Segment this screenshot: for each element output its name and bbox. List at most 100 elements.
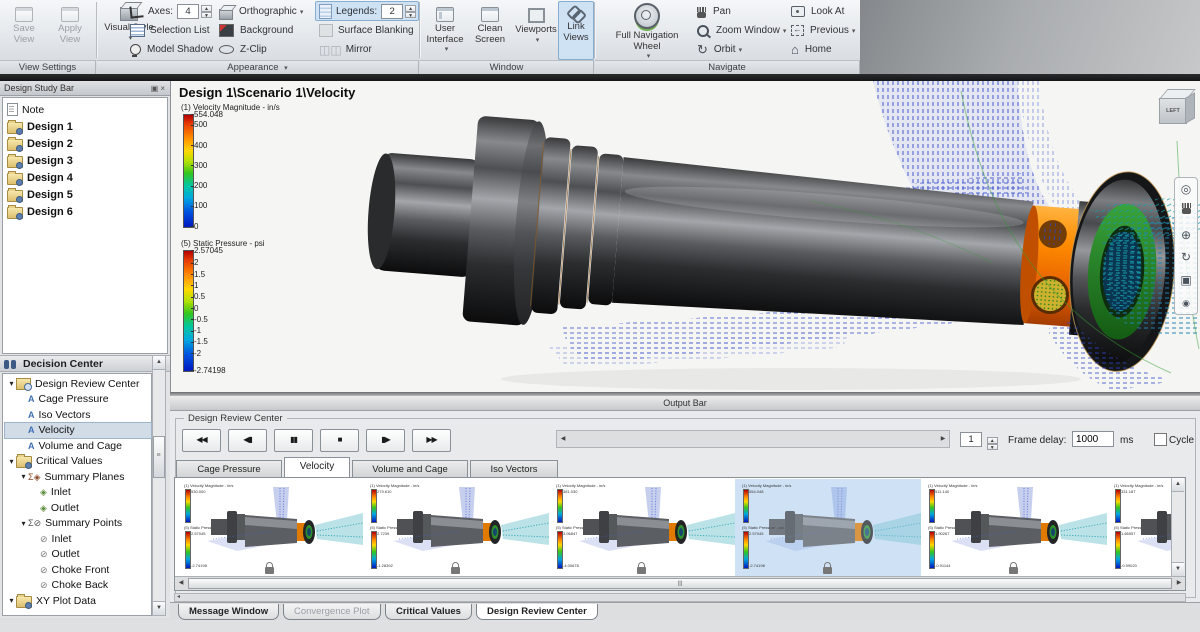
scroll-right-icon[interactable]: ▶	[937, 431, 949, 447]
home-view-button[interactable]: ⌂ Home	[791, 40, 832, 59]
link-views-button[interactable]: Link Views	[558, 1, 594, 60]
tab-volume-and-cage[interactable]: Volume and Cage	[352, 460, 468, 477]
pin-icon[interactable]: ▣	[151, 84, 161, 93]
tree-item-cage-pressure[interactable]: ACage Pressure	[5, 392, 151, 408]
axes-value[interactable]: 4	[177, 4, 199, 19]
user-interface-button[interactable]: User Interface ▾	[423, 1, 467, 58]
tree-item-velocity[interactable]: AVelocity	[5, 423, 151, 439]
zoom-window-button[interactable]: Zoom Window ▾	[697, 21, 786, 40]
model-shadow-button[interactable]: Model Shadow	[130, 40, 213, 59]
lock-icon[interactable]	[1009, 567, 1018, 574]
scroll-up-icon[interactable]: ▲	[1172, 478, 1184, 492]
strip-horizontal-scrollbar[interactable]: ◀ ▶ lll	[175, 576, 1185, 590]
collapse-icon[interactable]: ▾	[19, 519, 28, 528]
collapse-icon[interactable]: ▾	[7, 457, 16, 466]
orbit-button[interactable]: ↻ Orbit ▾	[697, 40, 742, 59]
tree-item-volume-and-cage[interactable]: AVolume and Cage	[5, 438, 151, 454]
appearance-label-text[interactable]: Appearance	[227, 62, 278, 73]
tree-item-inlet[interactable]: ⊘Inlet	[5, 531, 151, 547]
design-thumbnail[interactable]: (1) Velocity Magnitude - in/s 331.187 (5…	[1107, 479, 1171, 576]
scroll-up-icon[interactable]: ▲	[153, 356, 165, 370]
panel-scrollbar[interactable]	[174, 593, 1186, 602]
bottom-tab-convergence-plot[interactable]: Convergence Plot	[283, 604, 381, 620]
spin-down-icon[interactable]: ▼	[405, 12, 416, 19]
pause-button[interactable]: ▮▮	[274, 429, 313, 452]
lock-icon[interactable]	[637, 567, 646, 574]
tree-item-design-review-center[interactable]: ▾Design Review Center	[5, 376, 151, 392]
collapse-icon[interactable]: ▾	[7, 596, 16, 605]
scroll-right-icon[interactable]: ▶	[1173, 577, 1185, 590]
sidebar-scrollbar[interactable]: ▲ ▼	[152, 355, 166, 616]
pan-hand-icon[interactable]	[1182, 206, 1191, 218]
sidebar-item-design-6[interactable]: Design 6	[7, 203, 167, 220]
full-navigation-wheel-button[interactable]: Full Navigation Wheel ▾	[601, 1, 693, 58]
bottom-tab-message-window[interactable]: Message Window	[178, 604, 279, 620]
sidebar-item-design-2[interactable]: Design 2	[7, 135, 167, 152]
tree-item-summary-planes[interactable]: ▾Σ◈Summary Planes	[5, 469, 151, 485]
scrollbar-thumb[interactable]	[153, 436, 165, 478]
save-view-button[interactable]: Save View	[2, 1, 46, 58]
output-bar-title[interactable]: Output Bar	[170, 396, 1200, 411]
frame-number-value[interactable]: 1	[960, 432, 982, 447]
view-cube[interactable]: LEFT	[1158, 89, 1194, 127]
scroll-down-icon[interactable]: ▼	[1172, 562, 1184, 576]
look-at-icon[interactable]: ▣	[1180, 274, 1191, 286]
step-forward-button[interactable]: ▮▶	[366, 429, 405, 452]
design-thumbnail[interactable]: (1) Velocity Magnitude - in/s 530.000 (5…	[177, 479, 363, 576]
tree-item-critical-values[interactable]: ▾Critical Values	[5, 454, 151, 470]
tree-item-outlet[interactable]: ⊘Outlet	[5, 547, 151, 563]
legends-control[interactable]: Legends: 2 ▲▼	[319, 2, 416, 21]
scroll-left-icon[interactable]: ◀	[557, 431, 569, 447]
frame-spinner-buttons[interactable]: ▲▼	[987, 437, 998, 450]
pan-button[interactable]: Pan	[697, 2, 731, 21]
selection-list-button[interactable]: Selection List	[130, 21, 209, 40]
spin-down-icon[interactable]: ▼	[201, 12, 212, 19]
sidebar-item-design-3[interactable]: Design 3	[7, 152, 167, 169]
frame-delay-input[interactable]	[1072, 431, 1114, 447]
orbit-icon[interactable]: ↻	[1181, 251, 1191, 263]
tab-cage-pressure[interactable]: Cage Pressure	[176, 460, 282, 477]
wheel-menu-icon[interactable]: ◉	[1182, 297, 1190, 309]
zoom-icon[interactable]: ⊕	[1181, 229, 1191, 241]
collapse-icon[interactable]: ▾	[19, 472, 28, 481]
tab-iso-vectors[interactable]: Iso Vectors	[470, 460, 558, 477]
axes-control[interactable]: Axes: 4 ▲▼	[130, 2, 212, 21]
tree-item-choke-back[interactable]: ⊘Choke Back	[5, 578, 151, 594]
axes-spinner[interactable]: ▲▼	[201, 5, 212, 18]
lock-icon[interactable]	[451, 567, 460, 574]
design-thumbnail[interactable]: (1) Velocity Magnitude - in/s 279.610 (5…	[363, 479, 549, 576]
frame-spinner[interactable]: 1 ▲▼	[960, 432, 998, 450]
close-icon[interactable]: ×	[160, 84, 167, 93]
fast-forward-button[interactable]: ▶▶	[412, 429, 451, 452]
apply-view-button[interactable]: Apply View	[48, 1, 92, 58]
sidebar-item-design-1[interactable]: Design 1	[7, 118, 167, 135]
stop-button[interactable]: ■	[320, 429, 359, 452]
clean-screen-button[interactable]: Clean Screen	[468, 1, 512, 58]
design-thumbnail[interactable]: (1) Velocity Magnitude - in/s 511.140 (5…	[921, 479, 1107, 576]
view-cube-front-face[interactable]: LEFT	[1159, 98, 1187, 124]
scroll-left-icon[interactable]: ◀	[175, 577, 187, 590]
spin-down-icon[interactable]: ▼	[987, 444, 998, 451]
tab-velocity[interactable]: Velocity	[284, 457, 350, 477]
scroll-down-icon[interactable]: ▼	[153, 601, 165, 615]
background-button[interactable]: Background	[219, 21, 293, 40]
tree-item-summary-points[interactable]: ▾Σ⊘Summary Points	[5, 516, 151, 532]
animation-scrollbar[interactable]: ◀ ▶	[556, 430, 950, 448]
orthographic-button[interactable]: Orthographic ▾	[219, 2, 303, 21]
bottom-tab-design-review-center[interactable]: Design Review Center	[476, 604, 598, 620]
sidebar-item-note[interactable]: Note	[7, 101, 167, 118]
tree-item-choke-front[interactable]: ⊘Choke Front	[5, 562, 151, 578]
decision-center-header[interactable]: Decision Center	[0, 355, 170, 372]
legends-spinner[interactable]: ▲▼	[405, 5, 416, 18]
tree-item-outlet[interactable]: ◈Outlet	[5, 500, 151, 516]
collapse-icon[interactable]: ▾	[7, 379, 16, 388]
lock-icon[interactable]	[823, 567, 832, 574]
tree-item-xy-plot-data[interactable]: ▾XY Plot Data	[5, 593, 151, 609]
rewind-button[interactable]: ◀◀	[182, 429, 221, 452]
cycle-checkbox[interactable]	[1154, 433, 1167, 446]
previous-view-button[interactable]: ← Previous ▾	[791, 21, 855, 40]
viewport-3d[interactable]: Design 1\Scenario 1\Velocity (1) Velocit…	[170, 81, 1200, 392]
zclip-button[interactable]: Z-Clip	[219, 40, 267, 59]
tree-item-iso-vectors[interactable]: AIso Vectors	[5, 407, 151, 423]
steering-wheel-icon[interactable]: ◎	[1181, 183, 1191, 195]
